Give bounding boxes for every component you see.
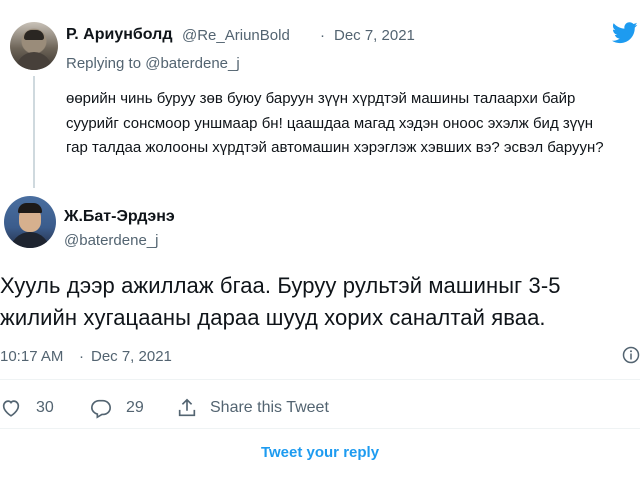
divider-bottom — [0, 428, 640, 429]
divider-top — [0, 379, 640, 380]
replying-prefix: Replying to — [66, 55, 146, 72]
avatar-ariunbold[interactable] — [10, 22, 58, 70]
reply-author-handle[interactable]: @Re_AriunBold — [182, 27, 290, 44]
info-icon[interactable] — [622, 346, 640, 364]
share-label: Share this Tweet — [210, 399, 329, 416]
reply-separator: · — [320, 27, 325, 44]
share-icon — [178, 398, 196, 417]
like-count: 30 — [36, 399, 54, 416]
reply-author-name[interactable]: Р. Ариунболд — [66, 26, 172, 44]
main-tweet-date[interactable]: Dec 7, 2021 — [91, 348, 172, 365]
reply-date[interactable]: Dec 7, 2021 — [334, 27, 415, 44]
reply-tweet-text: өөрийн чинь буруу зөв буюу баруун зүүн х… — [66, 90, 604, 156]
main-tweet-text: Хууль дээр ажиллаж бгаа. Буруу рультэй м… — [0, 273, 561, 330]
replying-to: Replying to @baterdene_j — [66, 55, 240, 72]
main-author-name[interactable]: Ж.Бат-Эрдэнэ — [64, 208, 175, 226]
like-button[interactable]: 30 — [0, 396, 54, 420]
reply-button[interactable]: 29 — [90, 396, 144, 420]
heart-icon — [2, 400, 20, 417]
share-button[interactable]: Share this Tweet — [176, 396, 329, 420]
tweet-your-reply-link[interactable]: Tweet your reply — [0, 439, 640, 467]
reply-bubble-icon — [91, 399, 111, 419]
replying-to-mention[interactable]: @baterdene_j — [145, 55, 239, 72]
thread-connector — [33, 76, 35, 188]
avatar-baterdene[interactable] — [4, 196, 56, 248]
twitter-bird-icon[interactable] — [612, 22, 638, 44]
main-tweet-separator: · — [79, 348, 84, 365]
main-author-handle[interactable]: @baterdene_j — [64, 232, 158, 249]
reply-count: 29 — [126, 399, 144, 416]
main-tweet-time[interactable]: 10:17 AM — [0, 348, 63, 365]
